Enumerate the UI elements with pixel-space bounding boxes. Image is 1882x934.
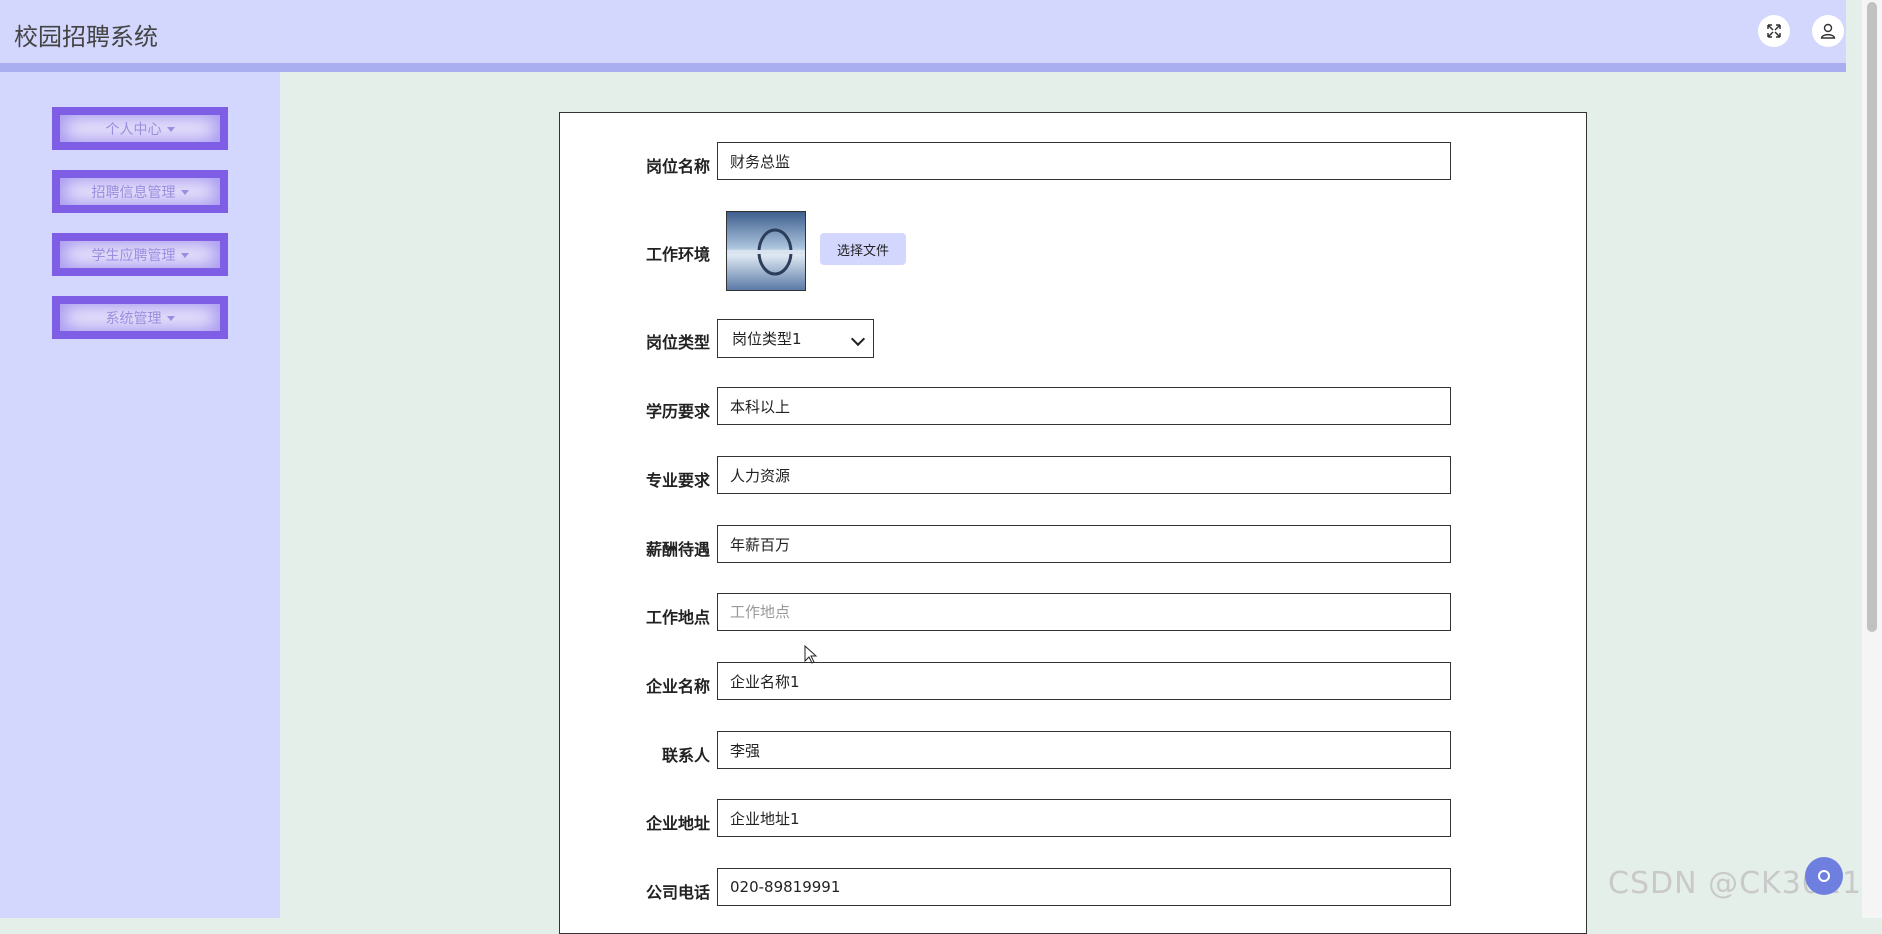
education-label: 学历要求: [645, 402, 710, 421]
sidebar-item-label: 学生应聘管理: [91, 247, 176, 264]
app-title: 校园招聘系统: [14, 23, 158, 51]
job-type-select[interactable]: 岗位类型1: [717, 319, 874, 358]
header-divider: [0, 63, 1846, 72]
sidebar-item-label: 个人中心: [105, 121, 162, 138]
scrollbar-thumb[interactable]: [1867, 2, 1877, 632]
sidebar-item-system-management[interactable]: 系统管理: [52, 296, 228, 339]
choose-file-button[interactable]: 选择文件: [820, 233, 906, 265]
phone-label: 公司电话: [645, 883, 710, 902]
work-env-image: [726, 211, 806, 291]
job-type-selected: 岗位类型1: [732, 330, 802, 348]
job-name-input[interactable]: [717, 142, 1451, 180]
location-label: 工作地点: [645, 608, 710, 627]
mouse-cursor-icon: [804, 644, 818, 669]
company-label: 企业名称: [645, 677, 710, 696]
job-type-label: 岗位类型: [645, 333, 710, 352]
caret-down-icon: [180, 190, 189, 195]
expand-icon[interactable]: [1758, 15, 1790, 47]
salary-input[interactable]: [717, 525, 1451, 563]
sidebar: 个人中心 招聘信息管理 学生应聘管理 系统管理: [0, 72, 280, 918]
major-input[interactable]: [717, 456, 1451, 494]
job-name-label: 岗位名称: [645, 157, 710, 176]
location-input[interactable]: [717, 593, 1451, 631]
salary-label: 薪酬待遇: [645, 540, 710, 559]
sidebar-item-label: 系统管理: [105, 310, 162, 327]
caret-down-icon: [166, 316, 175, 321]
address-input[interactable]: [717, 799, 1451, 837]
floating-action-icon[interactable]: [1805, 857, 1843, 895]
company-input[interactable]: [717, 662, 1451, 700]
page-scrollbar[interactable]: [1862, 0, 1882, 918]
chevron-down-icon: [850, 331, 866, 347]
top-header: 校园招聘系统: [0, 0, 1846, 63]
job-form: 岗位名称 工作环境 选择文件 岗位类型 岗位类型1 学历要求 专业要求 薪酬待遇: [559, 112, 1587, 934]
work-env-label: 工作环境: [645, 245, 710, 264]
caret-down-icon: [166, 127, 175, 132]
sidebar-item-recruitment-info[interactable]: 招聘信息管理: [52, 170, 228, 213]
sidebar-item-personal-center[interactable]: 个人中心: [52, 107, 228, 150]
caret-down-icon: [180, 253, 189, 258]
education-input[interactable]: [717, 387, 1451, 425]
contact-input[interactable]: [717, 731, 1451, 769]
contact-label: 联系人: [661, 746, 710, 765]
address-label: 企业地址: [645, 814, 710, 833]
major-label: 专业要求: [645, 471, 710, 490]
sidebar-item-label: 招聘信息管理: [91, 184, 176, 201]
user-icon[interactable]: [1812, 15, 1844, 47]
sidebar-item-student-application[interactable]: 学生应聘管理: [52, 233, 228, 276]
phone-input[interactable]: [717, 868, 1451, 906]
